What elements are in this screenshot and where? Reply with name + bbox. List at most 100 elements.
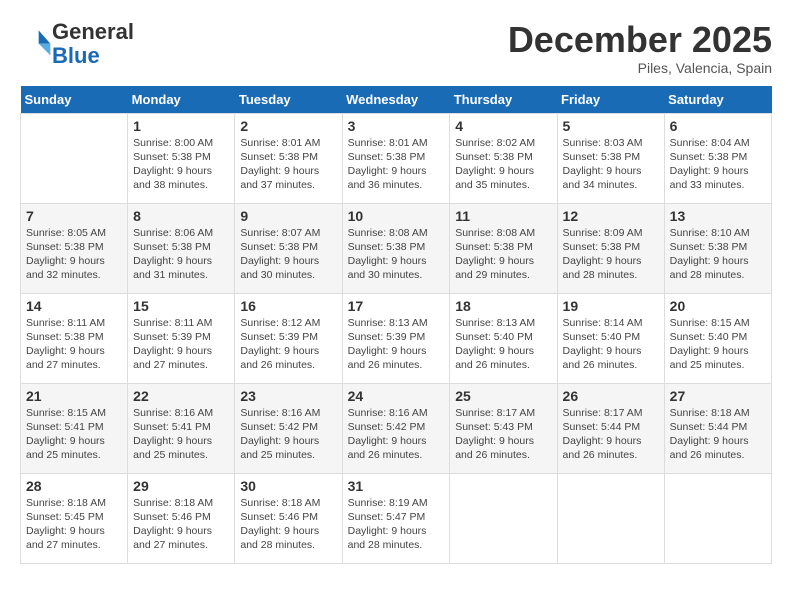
day-info: Sunrise: 8:13 AM Sunset: 5:40 PM Dayligh… [455, 316, 551, 373]
day-info: Sunrise: 8:04 AM Sunset: 5:38 PM Dayligh… [670, 136, 766, 193]
day-info: Sunrise: 8:12 AM Sunset: 5:39 PM Dayligh… [240, 316, 336, 373]
calendar-cell: 19 Sunrise: 8:14 AM Sunset: 5:40 PM Dayli… [557, 293, 664, 383]
day-number: 23 [240, 388, 336, 404]
calendar-cell: 25 Sunrise: 8:17 AM Sunset: 5:43 PM Dayli… [450, 383, 557, 473]
day-number: 21 [26, 388, 122, 404]
day-info: Sunrise: 8:01 AM Sunset: 5:38 PM Dayligh… [348, 136, 445, 193]
day-info: Sunrise: 8:00 AM Sunset: 5:38 PM Dayligh… [133, 136, 229, 193]
calendar-table: SundayMondayTuesdayWednesdayThursdayFrid… [20, 86, 772, 564]
day-info: Sunrise: 8:17 AM Sunset: 5:44 PM Dayligh… [563, 406, 659, 463]
calendar-cell [450, 473, 557, 563]
day-info: Sunrise: 8:16 AM Sunset: 5:41 PM Dayligh… [133, 406, 229, 463]
calendar-body: 1 Sunrise: 8:00 AM Sunset: 5:38 PM Daylig… [21, 113, 772, 563]
day-number: 25 [455, 388, 551, 404]
calendar-cell [664, 473, 771, 563]
day-number: 26 [563, 388, 659, 404]
day-number: 29 [133, 478, 229, 494]
day-number: 2 [240, 118, 336, 134]
day-info: Sunrise: 8:08 AM Sunset: 5:38 PM Dayligh… [455, 226, 551, 283]
calendar-cell: 2 Sunrise: 8:01 AM Sunset: 5:38 PM Daylig… [235, 113, 342, 203]
day-number: 18 [455, 298, 551, 314]
day-number: 16 [240, 298, 336, 314]
calendar-cell: 13Sunrise: 8:10 AM Sunset: 5:38 PM Dayli… [664, 203, 771, 293]
calendar-cell: 12 Sunrise: 8:09 AM Sunset: 5:38 PM Dayli… [557, 203, 664, 293]
calendar-cell: 21Sunrise: 8:15 AM Sunset: 5:41 PM Dayli… [21, 383, 128, 473]
calendar-cell [21, 113, 128, 203]
calendar-cell: 16 Sunrise: 8:12 AM Sunset: 5:39 PM Dayli… [235, 293, 342, 383]
calendar-cell: 10Sunrise: 8:08 AM Sunset: 5:38 PM Dayli… [342, 203, 450, 293]
calendar-cell: 29 Sunrise: 8:18 AM Sunset: 5:46 PM Dayli… [128, 473, 235, 563]
calendar-cell: 3 Sunrise: 8:01 AM Sunset: 5:38 PM Daylig… [342, 113, 450, 203]
day-number: 20 [670, 298, 766, 314]
day-number: 24 [348, 388, 445, 404]
day-info: Sunrise: 8:06 AM Sunset: 5:38 PM Dayligh… [133, 226, 229, 283]
day-number: 27 [670, 388, 766, 404]
day-info: Sunrise: 8:19 AM Sunset: 5:47 PM Dayligh… [348, 496, 445, 553]
logo-text: General Blue [52, 20, 134, 68]
day-info: Sunrise: 8:18 AM Sunset: 5:45 PM Dayligh… [26, 496, 122, 553]
day-info: Sunrise: 8:18 AM Sunset: 5:44 PM Dayligh… [670, 406, 766, 463]
calendar-cell: 30 Sunrise: 8:18 AM Sunset: 5:46 PM Dayli… [235, 473, 342, 563]
day-number: 12 [563, 208, 659, 224]
day-number: 4 [455, 118, 551, 134]
day-number: 7 [26, 208, 122, 224]
calendar-cell: 6 Sunrise: 8:04 AM Sunset: 5:38 PM Daylig… [664, 113, 771, 203]
page-header: General Blue December 2025 Piles, Valenc… [20, 20, 772, 76]
day-info: Sunrise: 8:17 AM Sunset: 5:43 PM Dayligh… [455, 406, 551, 463]
day-number: 19 [563, 298, 659, 314]
calendar-cell: 4Sunrise: 8:02 AM Sunset: 5:38 PM Daylig… [450, 113, 557, 203]
weekday-header-saturday: Saturday [664, 86, 771, 114]
week-row-2: 7 Sunrise: 8:05 AM Sunset: 5:38 PM Daylig… [21, 203, 772, 293]
calendar-cell: 7 Sunrise: 8:05 AM Sunset: 5:38 PM Daylig… [21, 203, 128, 293]
title-area: December 2025 Piles, Valencia, Spain [508, 20, 772, 76]
day-number: 28 [26, 478, 122, 494]
calendar-cell: 23 Sunrise: 8:16 AM Sunset: 5:42 PM Dayli… [235, 383, 342, 473]
calendar-cell: 27 Sunrise: 8:18 AM Sunset: 5:44 PM Dayli… [664, 383, 771, 473]
day-info: Sunrise: 8:09 AM Sunset: 5:38 PM Dayligh… [563, 226, 659, 283]
weekday-header-thursday: Thursday [450, 86, 557, 114]
logo: General Blue [20, 20, 134, 68]
day-number: 13 [670, 208, 766, 224]
calendar-cell: 20 Sunrise: 8:15 AM Sunset: 5:40 PM Dayli… [664, 293, 771, 383]
calendar-cell: 9 Sunrise: 8:07 AM Sunset: 5:38 PM Daylig… [235, 203, 342, 293]
day-info: Sunrise: 8:07 AM Sunset: 5:38 PM Dayligh… [240, 226, 336, 283]
day-number: 15 [133, 298, 229, 314]
location: Piles, Valencia, Spain [508, 60, 772, 76]
day-info: Sunrise: 8:16 AM Sunset: 5:42 PM Dayligh… [348, 406, 445, 463]
day-number: 11 [455, 208, 551, 224]
calendar-cell: 5 Sunrise: 8:03 AM Sunset: 5:38 PM Daylig… [557, 113, 664, 203]
day-info: Sunrise: 8:13 AM Sunset: 5:39 PM Dayligh… [348, 316, 445, 373]
day-number: 5 [563, 118, 659, 134]
calendar-cell: 14Sunrise: 8:11 AM Sunset: 5:38 PM Dayli… [21, 293, 128, 383]
day-number: 1 [133, 118, 229, 134]
day-number: 30 [240, 478, 336, 494]
week-row-1: 1 Sunrise: 8:00 AM Sunset: 5:38 PM Daylig… [21, 113, 772, 203]
day-number: 22 [133, 388, 229, 404]
logo-icon [22, 27, 52, 57]
day-number: 9 [240, 208, 336, 224]
day-number: 3 [348, 118, 445, 134]
day-number: 31 [348, 478, 445, 494]
week-row-4: 21Sunrise: 8:15 AM Sunset: 5:41 PM Dayli… [21, 383, 772, 473]
week-row-3: 14Sunrise: 8:11 AM Sunset: 5:38 PM Dayli… [21, 293, 772, 383]
day-info: Sunrise: 8:14 AM Sunset: 5:40 PM Dayligh… [563, 316, 659, 373]
day-info: Sunrise: 8:05 AM Sunset: 5:38 PM Dayligh… [26, 226, 122, 283]
day-info: Sunrise: 8:11 AM Sunset: 5:39 PM Dayligh… [133, 316, 229, 373]
day-number: 10 [348, 208, 445, 224]
day-info: Sunrise: 8:15 AM Sunset: 5:40 PM Dayligh… [670, 316, 766, 373]
weekday-header-friday: Friday [557, 86, 664, 114]
day-info: Sunrise: 8:18 AM Sunset: 5:46 PM Dayligh… [133, 496, 229, 553]
calendar-cell: 11 Sunrise: 8:08 AM Sunset: 5:38 PM Dayli… [450, 203, 557, 293]
day-number: 6 [670, 118, 766, 134]
calendar-cell [557, 473, 664, 563]
month-title: December 2025 [508, 20, 772, 60]
day-info: Sunrise: 8:16 AM Sunset: 5:42 PM Dayligh… [240, 406, 336, 463]
day-info: Sunrise: 8:03 AM Sunset: 5:38 PM Dayligh… [563, 136, 659, 193]
day-number: 17 [348, 298, 445, 314]
weekday-header-row: SundayMondayTuesdayWednesdayThursdayFrid… [21, 86, 772, 114]
day-info: Sunrise: 8:11 AM Sunset: 5:38 PM Dayligh… [26, 316, 122, 373]
day-info: Sunrise: 8:01 AM Sunset: 5:38 PM Dayligh… [240, 136, 336, 193]
calendar-cell: 15 Sunrise: 8:11 AM Sunset: 5:39 PM Dayli… [128, 293, 235, 383]
day-info: Sunrise: 8:18 AM Sunset: 5:46 PM Dayligh… [240, 496, 336, 553]
weekday-header-tuesday: Tuesday [235, 86, 342, 114]
